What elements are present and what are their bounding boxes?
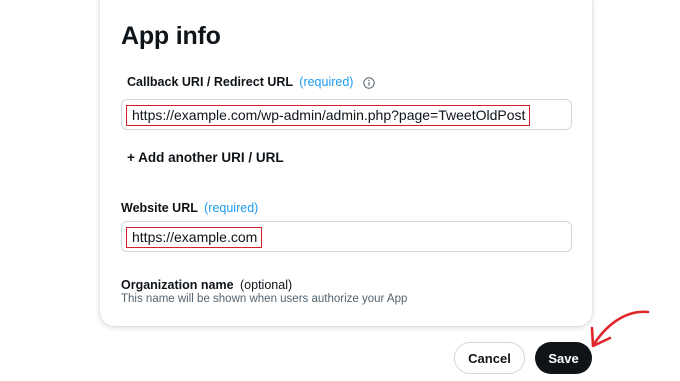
website-url-value[interactable]: https://example.com — [126, 227, 263, 248]
info-icon[interactable] — [363, 77, 375, 89]
callback-url-label-text: Callback URI / Redirect URL — [127, 75, 293, 89]
website-url-input[interactable]: https://example.com — [121, 221, 572, 252]
required-tag: (required) — [299, 75, 354, 89]
callback-url-input[interactable]: https://example.com/wp-admin/admin.php?p… — [121, 99, 572, 130]
callback-url-label: Callback URI / Redirect URL (required) — [127, 75, 375, 89]
website-url-label-text: Website URL — [121, 201, 198, 215]
cancel-button[interactable]: Cancel — [454, 342, 525, 374]
website-url-label: Website URL (required) — [121, 201, 258, 215]
callback-url-value[interactable]: https://example.com/wp-admin/admin.php?p… — [126, 105, 531, 126]
organization-name-label: Organization name (optional) — [121, 278, 292, 292]
organization-name-label-text: Organization name — [121, 278, 234, 292]
organization-helper-text: This name will be shown when users autho… — [121, 293, 408, 305]
required-tag: (required) — [204, 201, 259, 215]
add-another-uri-button[interactable]: + Add another URI / URL — [127, 150, 284, 165]
page-title: App info — [121, 22, 221, 50]
annotation-arrow-icon — [590, 310, 650, 348]
optional-tag: (optional) — [240, 278, 293, 292]
